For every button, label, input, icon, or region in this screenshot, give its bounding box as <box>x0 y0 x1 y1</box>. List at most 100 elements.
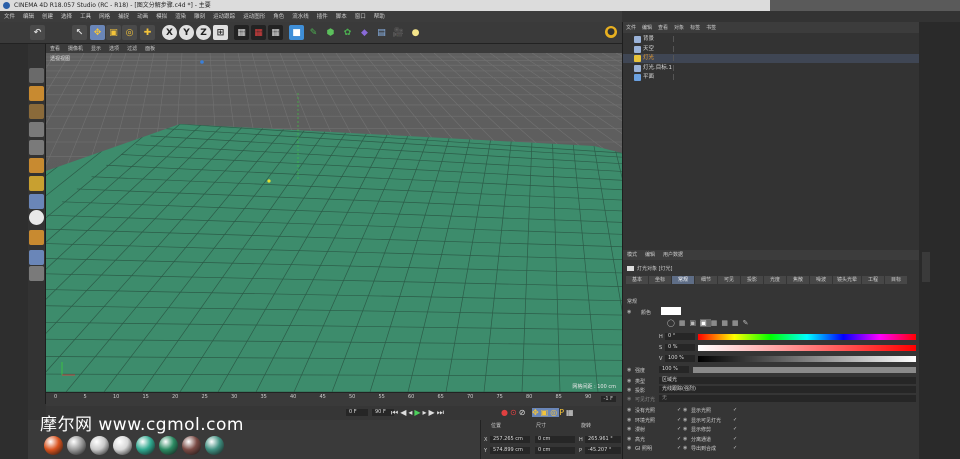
y-axis-icon[interactable]: Y <box>179 25 194 40</box>
object-row[interactable]: 灯光.目标.1 <box>623 64 920 73</box>
snap-icon[interactable] <box>29 210 44 225</box>
z-axis-icon[interactable]: Z <box>196 25 211 40</box>
checkbox-check-icon[interactable]: ✓ <box>677 426 681 432</box>
visibility-toggle[interactable] <box>673 74 687 80</box>
swatches-mode-icon[interactable]: ▦ <box>732 319 743 327</box>
visibility-toggle[interactable] <box>673 36 687 42</box>
checkbox-check-icon[interactable]: ✓ <box>733 407 737 413</box>
checkbox-check-icon[interactable]: ✓ <box>733 445 737 451</box>
coordinate-system-icon[interactable]: ⊞ <box>213 25 228 40</box>
go-to-start-icon[interactable]: ⏮ <box>391 408 400 417</box>
go-to-end-icon[interactable]: ⏭ <box>437 408 446 417</box>
material-ball[interactable] <box>113 436 132 455</box>
attr-tab[interactable]: 目标 <box>885 276 908 284</box>
layout-icon[interactable]: ● <box>605 26 617 38</box>
attribute-menu-item[interactable]: 模式 <box>623 250 641 260</box>
visible-light-dropdown[interactable]: 无 <box>659 395 916 402</box>
workplane-icon[interactable] <box>29 104 44 119</box>
texture-mode-icon[interactable] <box>29 86 44 101</box>
camera-icon[interactable]: 🎥 <box>391 25 406 40</box>
attr-tab[interactable]: 镜头光晕 <box>833 276 862 284</box>
material-ball[interactable] <box>159 436 178 455</box>
spectrum-mode-icon[interactable]: ▦ <box>679 319 690 327</box>
rotation-h-field[interactable]: 265.961 ° <box>585 436 621 443</box>
value-field[interactable]: 100 % <box>665 355 695 362</box>
intensity-slider[interactable] <box>693 367 916 373</box>
end-frame-field[interactable]: -1 F <box>600 396 616 402</box>
shadow-dropdown[interactable]: 光线跟踪(强烈) <box>659 386 916 393</box>
scale-key-icon[interactable]: ▣ <box>540 408 551 417</box>
next-key-icon[interactable]: ▶ <box>429 408 437 417</box>
axis-mode-icon[interactable] <box>29 176 44 191</box>
attr-tab[interactable]: 工程 <box>862 276 885 284</box>
cube-icon[interactable]: ■ <box>289 25 304 40</box>
render-settings-icon[interactable]: ▦ <box>268 25 283 40</box>
attr-tab[interactable]: 细节 <box>695 276 717 284</box>
object-name[interactable]: 天空 <box>643 45 654 54</box>
undo-icon[interactable]: ↶ <box>30 25 45 40</box>
size-x-field[interactable]: 0 cm <box>535 436 575 443</box>
record-icon[interactable]: ● <box>501 408 510 417</box>
pen-icon[interactable]: ✎ <box>306 25 321 40</box>
lock-icon[interactable] <box>29 230 44 245</box>
scale-icon[interactable]: ▣ <box>106 25 121 40</box>
position-key-icon[interactable]: ✥ <box>531 408 541 417</box>
render-picture-viewer-icon[interactable]: ▦ <box>251 25 266 40</box>
point-level-icon[interactable]: ▦ <box>566 408 576 417</box>
attr-tab[interactable]: 常规 <box>672 276 694 284</box>
object-row[interactable]: 背景 <box>623 35 920 44</box>
attribute-menu-item[interactable]: 编辑 <box>641 250 659 260</box>
color-picker-modes[interactable]: ◯▦▣▣▦▦▦✎ <box>667 319 752 327</box>
attribute-menu-item[interactable]: 用户数据 <box>659 250 687 260</box>
intensity-field[interactable]: 100 % <box>659 366 689 373</box>
hue-slider[interactable] <box>698 334 916 340</box>
hue-field[interactable]: 0 ° <box>665 333 695 340</box>
wheel-mode-icon[interactable]: ◯ <box>667 319 679 327</box>
kelvin-mode-icon[interactable]: ▦ <box>711 319 722 327</box>
checkbox-check-icon[interactable]: ✓ <box>733 426 737 432</box>
object-row[interactable]: 灯光 <box>623 54 920 63</box>
select-arrow-icon[interactable]: ↖ <box>72 25 87 40</box>
saturation-slider[interactable] <box>698 345 916 351</box>
visibility-toggle[interactable] <box>673 55 687 61</box>
mixer-mode-icon[interactable]: ▦ <box>721 319 732 327</box>
color-swatch[interactable] <box>661 307 681 315</box>
attr-tab[interactable]: 噪波 <box>810 276 832 284</box>
material-ball[interactable] <box>182 436 201 455</box>
rgb-mode-icon[interactable]: ▣ <box>689 319 700 327</box>
object-row[interactable]: 平面 <box>623 73 920 82</box>
checkbox-check-icon[interactable]: ✓ <box>677 417 681 423</box>
timeline-ruler[interactable]: -1 F 0 5 10 15 20 25 30 35 40 45 50 55 60 65 70 75 80 85 9… <box>46 392 622 406</box>
visibility-toggle[interactable] <box>673 64 687 71</box>
eyedropper-icon[interactable]: ✎ <box>743 319 753 327</box>
grid-icon[interactable] <box>29 250 44 265</box>
tweak-icon[interactable] <box>29 194 44 209</box>
visibility-toggle[interactable] <box>673 45 687 52</box>
rotate-icon[interactable]: ◎ <box>122 25 137 40</box>
polygons-mode-icon[interactable] <box>29 158 44 173</box>
play-icon[interactable]: ▶ <box>414 408 422 417</box>
position-x-field[interactable]: 257.265 cm <box>490 436 530 443</box>
object-name[interactable]: 平面 <box>643 73 654 82</box>
make-editable-icon[interactable] <box>29 68 44 83</box>
render-view-icon[interactable]: ▦ <box>234 25 249 40</box>
keyframe-selection-icon[interactable]: ⊘ <box>519 408 528 417</box>
attr-tab[interactable]: 基本 <box>626 276 648 284</box>
floor-icon[interactable]: ▤ <box>374 25 389 40</box>
object-name[interactable]: 背景 <box>643 35 654 44</box>
array-icon[interactable]: ✿ <box>340 25 355 40</box>
side-tab-attributes[interactable] <box>922 252 930 282</box>
material-ball[interactable] <box>44 436 63 455</box>
param-key-icon[interactable]: P <box>559 408 566 417</box>
side-tab-objects[interactable] <box>922 44 930 74</box>
checkbox-check-icon[interactable]: ✓ <box>677 436 681 442</box>
material-ball[interactable] <box>136 436 155 455</box>
perspective-viewport[interactable]: 透视视图 网格间距 : 100 cm <box>46 53 622 392</box>
add-icon[interactable]: ✚ <box>140 25 155 40</box>
object-name[interactable]: 灯光.目标.1 <box>643 64 672 73</box>
object-row[interactable]: 天空 <box>623 45 920 54</box>
deformer-icon[interactable]: ◆ <box>357 25 372 40</box>
rotation-p-field[interactable]: -45.207 ° <box>585 447 621 454</box>
subdivision-icon[interactable]: ⬢ <box>323 25 338 40</box>
attr-tab[interactable]: 坐标 <box>649 276 671 284</box>
